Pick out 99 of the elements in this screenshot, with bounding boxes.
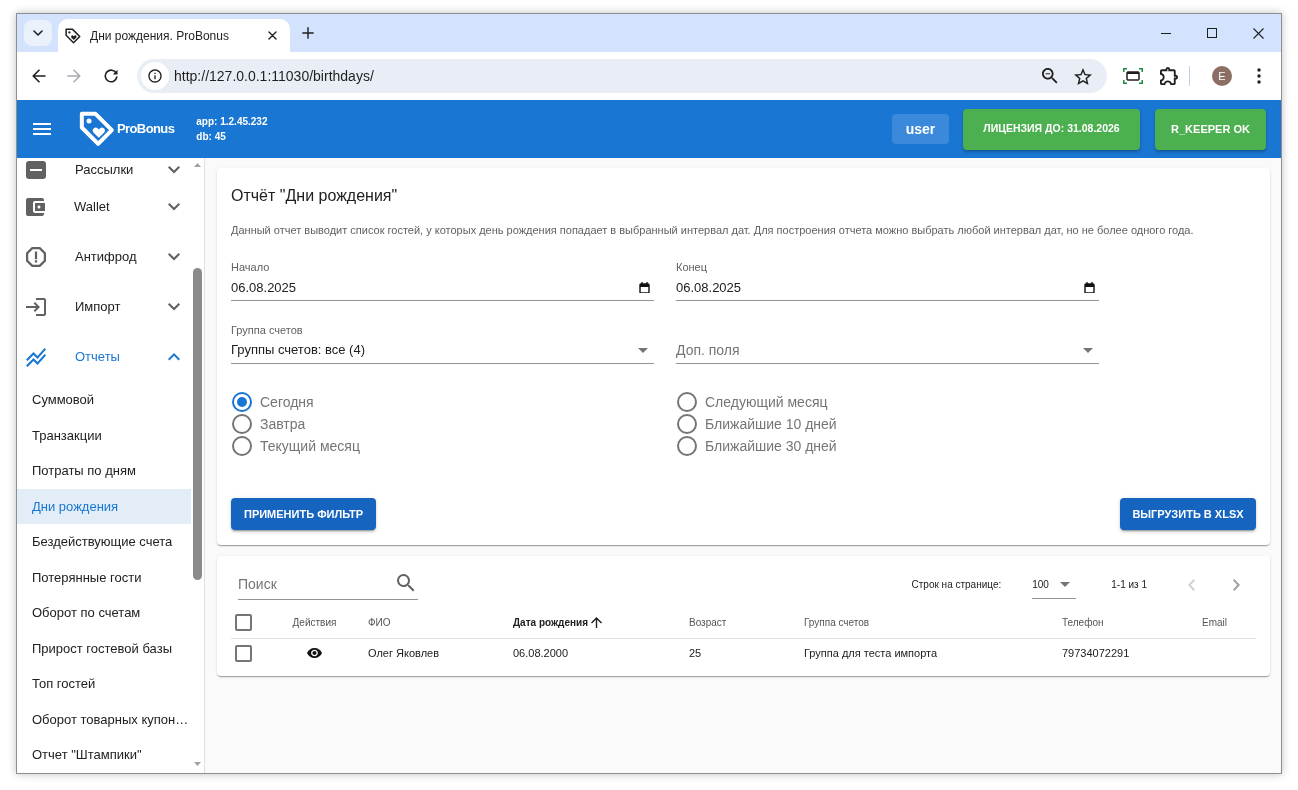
table-cell-text: 25 [689, 645, 702, 661]
radio-button[interactable] [677, 392, 697, 412]
tag-icon [65, 27, 81, 44]
caret-icon [1060, 581, 1071, 587]
db-version-label: db: 45 [196, 130, 226, 144]
close-icon[interactable] [1252, 27, 1264, 39]
radio-button[interactable] [232, 436, 252, 456]
sort-arrow-up-icon[interactable] [591, 617, 603, 628]
alert-octagon-icon [26, 247, 46, 267]
bookmark-star-icon[interactable] [1074, 67, 1092, 85]
rows-per-page-select[interactable]: 100 [1032, 570, 1077, 599]
search-icon[interactable] [397, 574, 415, 592]
minimize-icon[interactable] [1161, 32, 1171, 34]
back-arrow-icon[interactable] [32, 69, 46, 83]
sidebar-item[interactable]: Транзакции [17, 417, 191, 453]
checkbox[interactable] [235, 644, 252, 662]
sidebar-item[interactable]: Отчет "Штампики" [17, 737, 191, 773]
menu-icon[interactable] [33, 123, 51, 135]
column-header[interactable]: Email [1202, 615, 1227, 630]
sidebar-item[interactable]: Суммовой [17, 382, 191, 418]
radio-label[interactable]: Текущий месяц [260, 435, 360, 457]
brand-name: ProBonus [117, 120, 175, 139]
puzzle-icon[interactable] [1160, 67, 1178, 85]
plus-icon[interactable] [302, 27, 314, 39]
report-description: Данный отчет выводит список гостей, у которых день рождения попадает в выбранный интервал дат. Для построения отчета можно выбрать любой интервал дат, но не более одного года. [231, 223, 1194, 237]
column-header[interactable]: Телефон [1062, 615, 1104, 630]
column-header[interactable]: Группа счетов [804, 615, 870, 630]
sidebar-item[interactable]: Рассылки [17, 158, 191, 182]
sidebar-item[interactable]: Прирост гостевой базы [17, 630, 191, 666]
list-box-icon [26, 161, 46, 179]
close-icon[interactable] [268, 31, 277, 40]
column-header[interactable]: Действия [292, 615, 337, 630]
screen-capture-icon[interactable] [1123, 68, 1143, 84]
sidebar-item[interactable]: Дни рождения [17, 488, 191, 524]
wallet-icon [26, 198, 45, 216]
select-field[interactable]: Группы счетов: все (4) [231, 337, 654, 364]
radio-label[interactable]: Следующий месяц [705, 391, 828, 413]
field-label: Начало [231, 260, 270, 274]
field-label: Группа счетов [231, 323, 303, 337]
caret-icon [1083, 348, 1093, 353]
calendar-icon[interactable] [639, 282, 650, 293]
radio-button[interactable] [232, 392, 252, 412]
url-field[interactable]: http://127.0.0.1:11030/birthdays/ [174, 65, 1042, 87]
table-cell-text: 06.08.2000 [513, 645, 569, 661]
sidebar-item[interactable]: Оборот товарных купон… [17, 701, 191, 737]
more-vertical-icon[interactable] [1257, 68, 1261, 84]
sidebar-item[interactable]: Импорт [17, 282, 191, 332]
scroll-down-arrow-icon[interactable] [194, 762, 201, 766]
field-label: Конец [676, 260, 708, 274]
profile-avatar[interactable]: E [1212, 66, 1232, 86]
radio-label[interactable]: Ближайшие 10 дней [705, 413, 837, 435]
export-xlsx-button[interactable]: ВЫГРУЗИТЬ В XLSX [1120, 498, 1256, 530]
table-cell-text: 79734072291 [1062, 645, 1130, 661]
radio-label[interactable]: Ближайшие 30 дней [705, 435, 837, 457]
sidebar-item[interactable]: Оборот по счетам [17, 595, 191, 631]
site-info-icon[interactable] [141, 62, 169, 90]
line-chart-icon [26, 347, 46, 367]
reload-icon[interactable] [104, 69, 118, 83]
sidebar-item[interactable]: Потраты по дням [17, 453, 191, 489]
rows-per-page-label: Строк на странице: [911, 578, 1002, 592]
column-header[interactable]: Возраст [689, 615, 727, 630]
sidebar-item[interactable]: Потерянные гости [17, 559, 191, 595]
date-field[interactable]: 06.08.2025 [676, 274, 1099, 301]
page-range-label: 1-1 из 1 [1111, 578, 1147, 592]
caret-icon [638, 347, 648, 353]
column-header[interactable]: Дата рождения [513, 615, 603, 630]
radio-button[interactable] [677, 436, 697, 456]
chevron-down-icon [33, 30, 43, 36]
scroll-up-arrow-icon[interactable] [194, 163, 201, 167]
radio-button[interactable] [232, 414, 252, 434]
eye-icon[interactable] [307, 648, 322, 658]
select-field[interactable]: Доп. поля [676, 337, 1099, 364]
sidebar-item[interactable]: Отчеты [17, 332, 191, 382]
date-field[interactable]: 06.08.2025 [231, 274, 654, 301]
sidebar-item[interactable]: Бездействующие счета [17, 524, 191, 560]
radio-button[interactable] [677, 414, 697, 434]
scrollbar-thumb[interactable] [193, 268, 202, 580]
table-cell-text: Олег Яковлев [368, 645, 439, 661]
maximize-icon[interactable] [1207, 28, 1217, 38]
table-cell-text: Группа для теста импорта [804, 645, 938, 661]
zoom-out-icon[interactable] [1042, 68, 1058, 84]
tag-heart-logo-icon [79, 111, 115, 147]
sidebar-item[interactable]: Антифрод [17, 232, 191, 282]
report-title: Отчёт "Дни рождения" [231, 186, 398, 206]
radio-label[interactable]: Завтра [260, 413, 306, 435]
sidebar-item[interactable]: Топ гостей [17, 666, 191, 702]
column-header[interactable]: ФИО [368, 615, 391, 630]
calendar-icon[interactable] [1084, 282, 1095, 293]
browser-tab[interactable]: Дни рождения. ProBonus [58, 19, 290, 52]
app-version-label: app: 1.2.45.232 [196, 115, 268, 129]
sign-in-icon [26, 298, 46, 316]
chevron-right-icon[interactable] [1233, 578, 1240, 591]
address-bar[interactable]: http://127.0.0.1:11030/birthdays/ [137, 59, 1107, 93]
tab-search-button[interactable] [24, 20, 52, 46]
user-button[interactable]: user [892, 114, 949, 144]
sidebar-item[interactable]: Wallet [17, 182, 191, 232]
checkbox[interactable] [235, 614, 252, 631]
apply-filter-button[interactable]: ПРИМЕНИТЬ ФИЛЬТР [231, 498, 376, 530]
radio-label[interactable]: Сегодня [260, 391, 314, 413]
